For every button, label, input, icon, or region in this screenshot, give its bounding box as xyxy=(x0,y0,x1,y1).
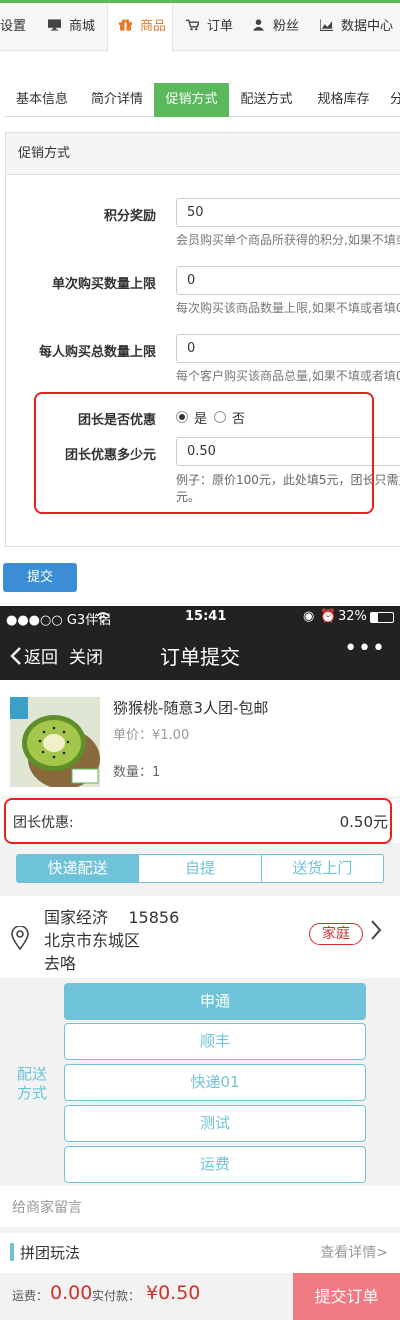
tab-express[interactable]: 快递配送 xyxy=(17,855,140,882)
submit-order-button[interactable]: 提交订单 xyxy=(293,1273,400,1320)
checkout-bar: 运费： 0.00 实付款： ¥0.50 提交订单 xyxy=(0,1273,400,1320)
pay-value: ¥0.50 xyxy=(146,1282,201,1304)
tab-promotion[interactable]: 促销方式 xyxy=(154,83,229,117)
tab-more[interactable]: 分 xyxy=(390,83,400,117)
location-pin-icon xyxy=(11,926,29,950)
gift-icon xyxy=(119,19,132,31)
address-line1: 北京市东城区 xyxy=(44,931,141,950)
freight-value: 0.00 xyxy=(50,1282,93,1304)
single-purchase-limit-label: 单次购买数量上限 xyxy=(51,277,156,292)
view-details-link[interactable]: 查看详情> xyxy=(320,1242,388,1262)
admin-page: 设置 商城 商品 订单 粉丝 数据中心 基本信息 简介详情 促销方式 配送方式 … xyxy=(0,0,400,605)
mobile-order-page: ●●●○○ G3伴侣 15:41 ◉ ⏰ 32% 返回 关闭 订单提交 ••• … xyxy=(0,606,400,1320)
nav-fans[interactable]: 粉丝 xyxy=(252,3,299,51)
nav-data-center[interactable]: 数据中心 xyxy=(320,3,393,51)
group-buy-title: 拼团玩法 xyxy=(20,1244,81,1262)
tab-intro-details[interactable]: 简介详情 xyxy=(80,83,154,117)
monitor-icon xyxy=(48,19,61,31)
submit-button[interactable]: 提交 xyxy=(3,563,77,592)
shipping-label: 配送方式 xyxy=(16,1065,47,1102)
chevron-right-icon xyxy=(370,919,382,947)
tab-delivery[interactable]: 配送方式 xyxy=(229,83,304,117)
product-image xyxy=(10,697,100,787)
kiwi-image xyxy=(10,697,100,787)
top-navigation: 设置 商城 商品 订单 粉丝 数据中心 xyxy=(0,3,400,52)
panel-title: 促销方式 xyxy=(6,133,400,175)
product-name: 猕猴桃-随意3人团-包邮 xyxy=(113,699,269,717)
points-reward-input[interactable]: 50 xyxy=(176,198,400,227)
address-tag: 家庭 xyxy=(309,923,363,945)
delivery-segmented-control: 快递配送 自提 送货上门 xyxy=(16,854,384,883)
tab-basic-info[interactable]: 基本信息 xyxy=(5,83,79,117)
page-title: 订单提交 xyxy=(160,645,240,669)
shipping-method-section: 配送方式 申通 顺丰 快递01 测试 运费 xyxy=(0,983,400,1183)
total-purchase-limit-input[interactable]: 0 xyxy=(176,334,400,363)
shipping-option-shunfeng[interactable]: 顺丰 xyxy=(64,1023,366,1060)
lock-rotation-icon: ◉ xyxy=(303,609,315,624)
message-placeholder: 给商家留言 xyxy=(12,1200,82,1216)
nav-settings[interactable]: 设置 xyxy=(0,3,26,51)
pay-label: 实付款： xyxy=(92,1289,141,1303)
status-bar: ●●●○○ G3伴侣 15:41 ◉ ⏰ 32% xyxy=(0,606,400,630)
cart-icon xyxy=(186,19,199,31)
nav-orders[interactable]: 订单 xyxy=(186,3,233,51)
single-purchase-limit-input[interactable]: 0 xyxy=(176,266,400,295)
chart-icon xyxy=(320,19,333,31)
tab-home-delivery[interactable]: 送货上门 xyxy=(262,855,383,882)
tab-spec-stock[interactable]: 规格库存 xyxy=(304,83,383,117)
single-purchase-limit-help: 每次购买该商品数量上限,如果不填或者填0 xyxy=(176,301,400,315)
freight-label: 运费： xyxy=(12,1289,49,1303)
product-price: 单价：¥1.00 xyxy=(113,728,190,743)
shipping-option-freight[interactable]: 运费 xyxy=(64,1146,366,1183)
nav-mall[interactable]: 商城 xyxy=(48,3,95,51)
alarm-icon: ⏰ xyxy=(320,609,337,624)
more-button[interactable]: ••• xyxy=(344,636,386,661)
shipping-option-shentong[interactable]: 申通 xyxy=(64,983,366,1020)
highlight-annotation xyxy=(34,392,374,514)
battery-percent: 32% xyxy=(338,609,367,624)
total-purchase-limit-label: 每人购买总数量上限 xyxy=(38,345,156,360)
clock-text: 15:41 xyxy=(185,609,227,624)
shipping-option-test[interactable]: 测试 xyxy=(64,1105,366,1142)
address-line2: 去咯 xyxy=(44,954,77,973)
address-name-phone: 国家经济 15856 xyxy=(44,908,180,927)
wifi-icon xyxy=(96,612,110,623)
total-purchase-limit-help: 每个客户购买该商品总量,如果不填或者填0 xyxy=(176,369,400,383)
points-reward-label: 积分奖励 xyxy=(103,209,156,224)
highlight-annotation-mobile xyxy=(4,798,392,844)
user-icon xyxy=(252,19,265,31)
battery-icon xyxy=(370,612,394,623)
tab-pickup[interactable]: 自提 xyxy=(139,855,262,882)
section-accent-bar xyxy=(10,1243,14,1261)
address-card[interactable]: 国家经济 15856 北京市东城区 去咯 家庭 xyxy=(0,896,400,978)
group-buy-section: 拼团玩法 查看详情> xyxy=(0,1233,400,1273)
shipping-option-express01[interactable]: 快递01 xyxy=(64,1064,366,1101)
nav-products[interactable]: 商品 xyxy=(107,3,173,52)
product-quantity: 数量：1 xyxy=(113,765,161,780)
nav-bar: 返回 关闭 订单提交 ••• xyxy=(0,630,400,680)
points-reward-help: 会员购买单个商品所获得的积分,如果不填或 xyxy=(176,233,400,247)
product-edit-tabs: 基本信息 简介详情 促销方式 配送方式 规格库存 分 xyxy=(5,83,400,117)
merchant-message-field[interactable]: 给商家留言 xyxy=(0,1186,400,1227)
